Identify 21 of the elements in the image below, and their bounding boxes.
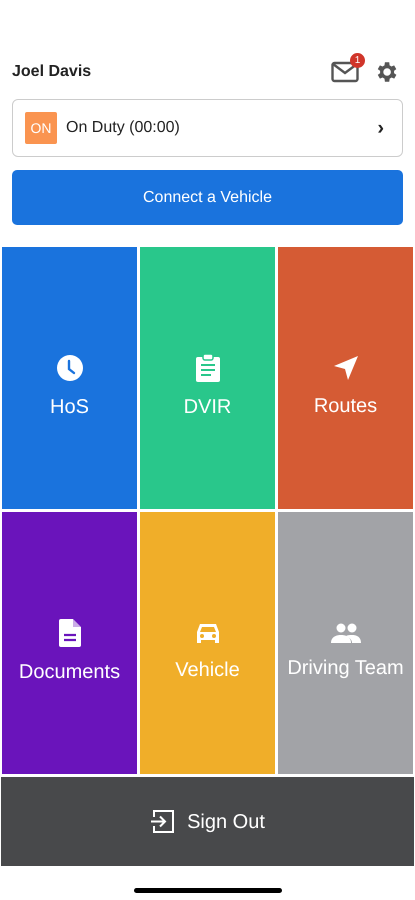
document-icon [58, 619, 80, 647]
clock-icon [56, 354, 84, 382]
car-icon [194, 621, 220, 645]
unread-badge: 1 [350, 53, 365, 68]
messages-button[interactable]: 1 [331, 53, 367, 83]
status-badge: ON [25, 112, 57, 144]
clipboard-icon [194, 354, 220, 382]
navigation-arrow-icon [332, 355, 358, 381]
user-name: Joel Davis [12, 62, 92, 82]
connect-vehicle-button[interactable]: Connect a Vehicle [12, 170, 403, 225]
chevron-icon: › [377, 113, 384, 143]
people-icon [330, 623, 360, 643]
duty-status-card[interactable]: ON On Duty (00:00) › [12, 99, 403, 157]
sign-out-button[interactable]: Sign Out [1, 777, 414, 866]
mail-icon [331, 61, 359, 83]
sign-in-arrow-icon [150, 809, 176, 834]
menu-tile[interactable]: HoS [2, 247, 137, 509]
menu-tile[interactable]: Documents [2, 512, 137, 774]
duty-status-label: On Duty (00:00) [66, 118, 181, 138]
menu-tile[interactable]: Driving Team [278, 512, 413, 774]
menu-tile[interactable]: Routes [278, 247, 413, 509]
